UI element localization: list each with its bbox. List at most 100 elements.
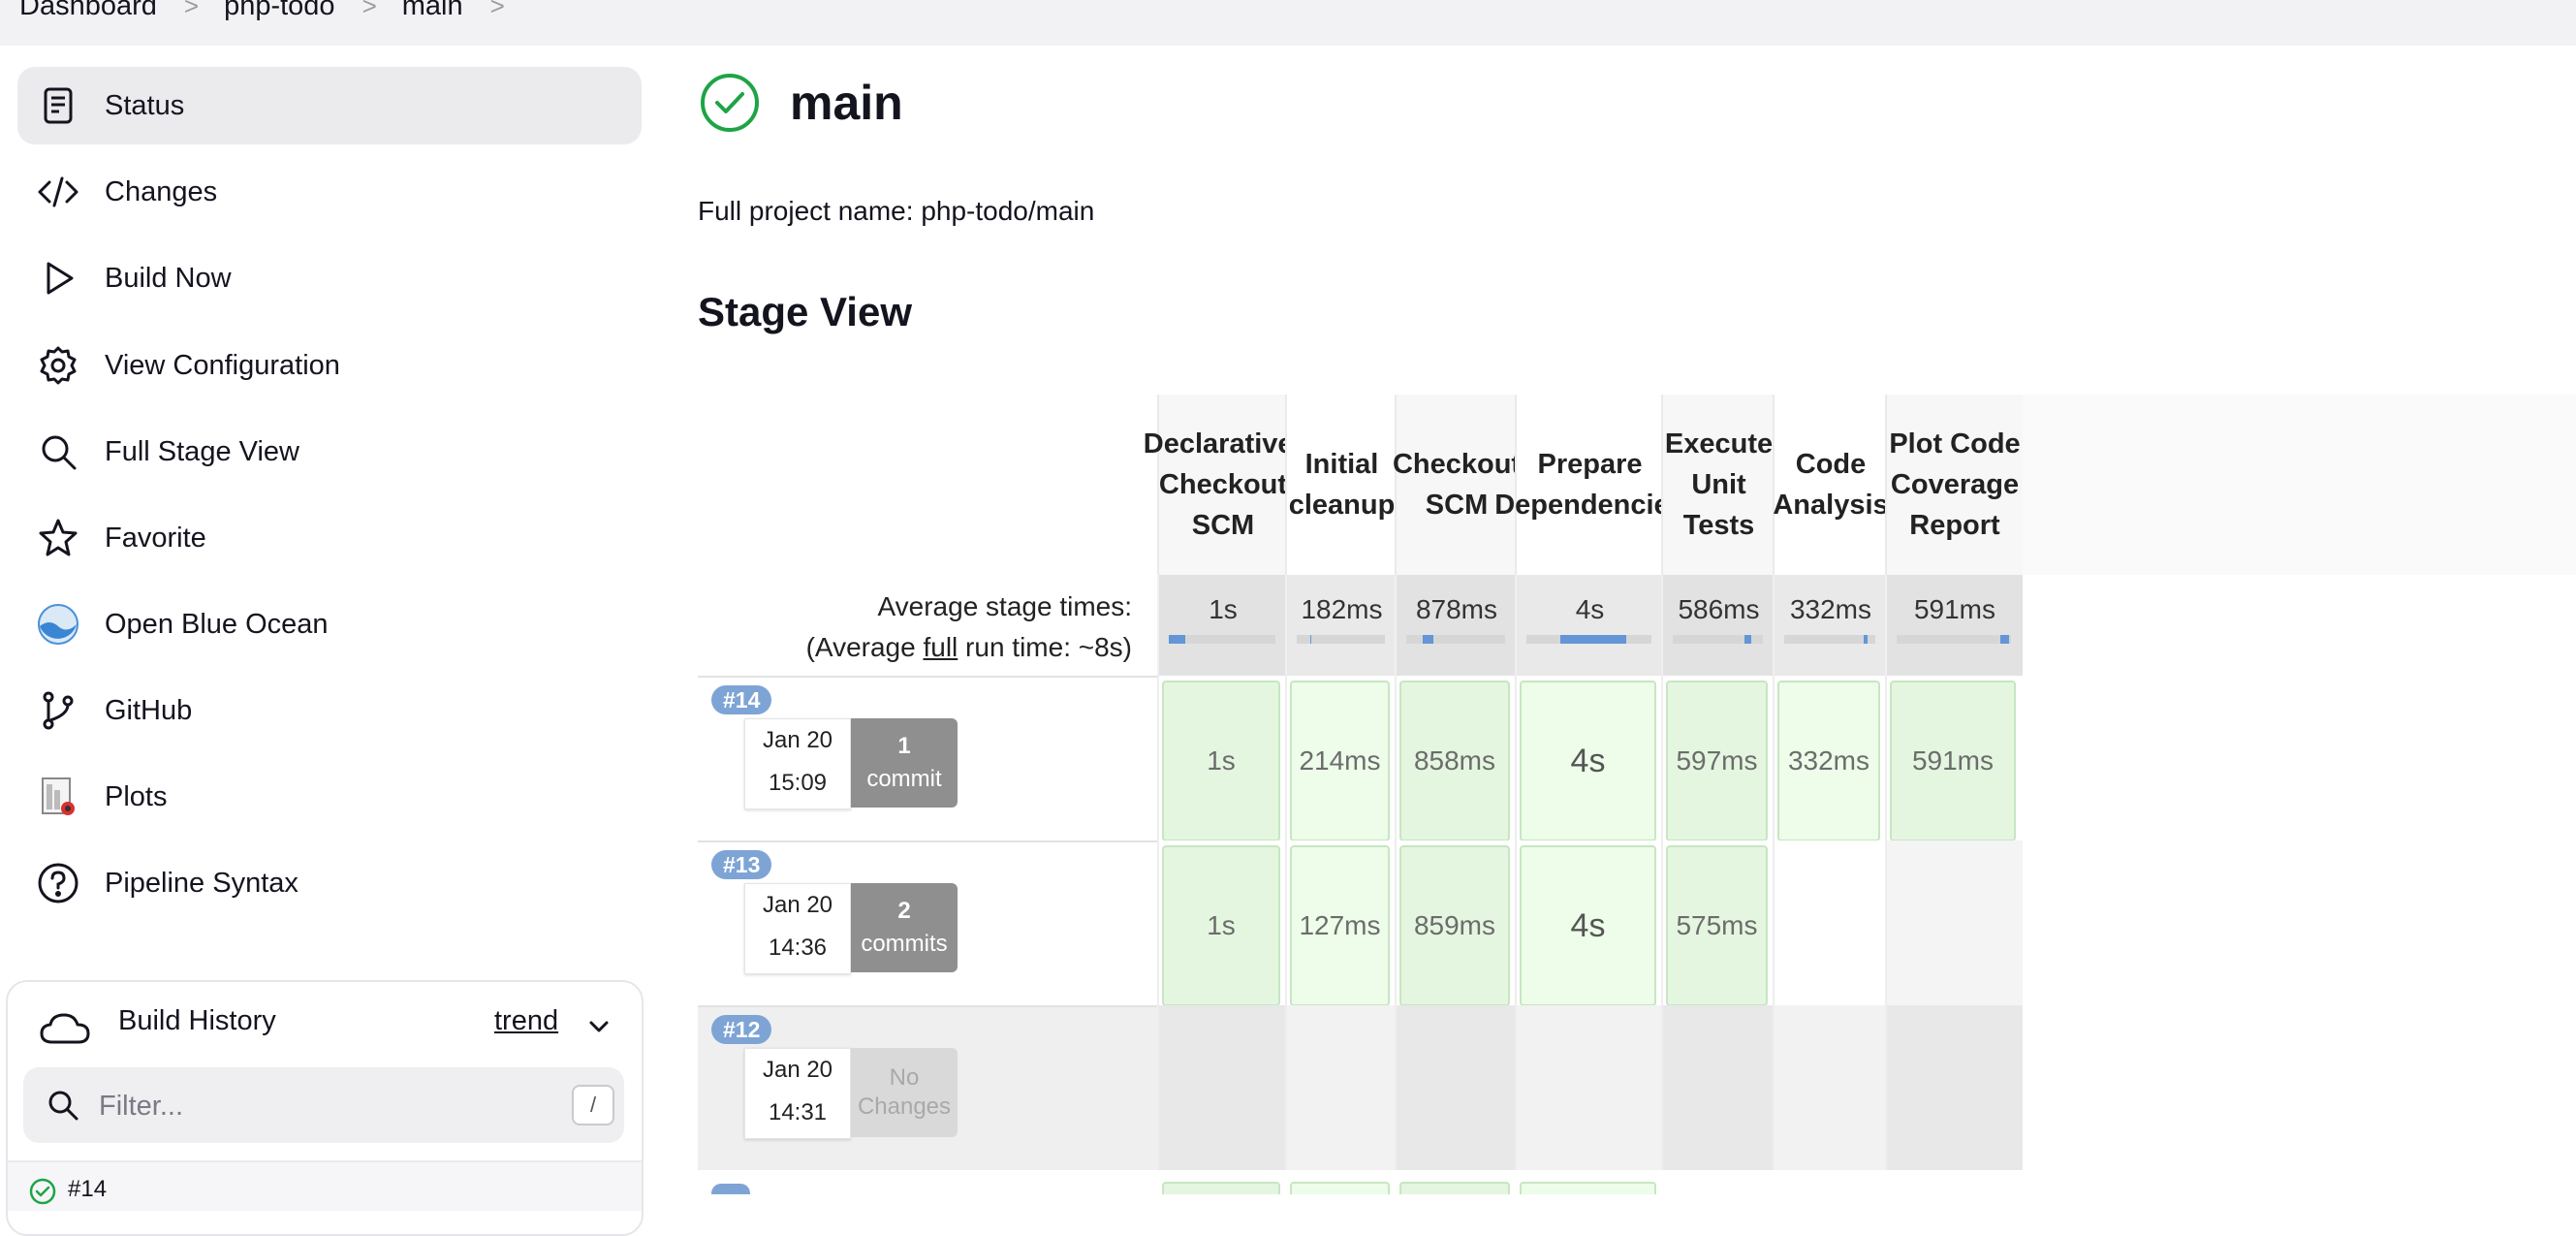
breadcrumb-php-todo[interactable]: php-todo: [224, 0, 335, 22]
sidebar-item-full-stage-view[interactable]: Full Stage View: [17, 413, 642, 491]
stage-average-execute-unit-tests: 586ms: [1661, 575, 1775, 676]
sidebar-item-favorite[interactable]: Favorite: [17, 499, 642, 577]
stage-cell-execute-unit-tests[interactable]: 575ms: [1666, 845, 1768, 1006]
stage-average-initial-cleanup: 182ms: [1285, 575, 1397, 676]
sidebar-item-pipeline-syntax[interactable]: Pipeline Syntax: [17, 844, 642, 922]
sidebar-item-build-now[interactable]: Build Now: [17, 239, 642, 317]
build-filter: /: [23, 1067, 624, 1143]
stage-time-bar-fill: [2000, 635, 2009, 644]
build-date-time: 15:09: [768, 770, 828, 796]
stage-cell-partial: [1399, 1182, 1510, 1194]
play-icon: [37, 257, 79, 300]
stage-cell-bg: [1285, 1005, 1397, 1170]
stage-cell-partial: [1520, 1182, 1656, 1194]
stage-time-bar-fill: [1559, 635, 1627, 644]
breadcrumb-main[interactable]: main: [402, 0, 463, 22]
sidebar-item-github[interactable]: GitHub: [17, 672, 642, 749]
stage-cell-checkout-scm[interactable]: 859ms: [1399, 845, 1510, 1006]
page-title: main: [790, 76, 903, 130]
stage-average-checkout-scm: 878ms: [1395, 575, 1517, 676]
breadcrumb-separator-icon: >: [183, 0, 200, 20]
build-date-time: 14:31: [768, 1099, 828, 1125]
cloud-icon: [39, 1009, 91, 1048]
build-date: Jan 20 14:31: [744, 1048, 851, 1139]
average-stage-times-label: Average stage times: (Average full run t…: [698, 586, 1132, 668]
stage-header-code-analysis: Code Analysis: [1773, 395, 1889, 575]
stage-average-prepare-dependencies: 4s: [1515, 575, 1663, 676]
success-status-icon: [700, 73, 760, 133]
build-changes[interactable]: 1 commit: [851, 718, 958, 808]
build-date-time: 14:36: [768, 935, 828, 961]
build-number-badge[interactable]: #14: [711, 685, 772, 714]
stage-header-declarative-checkout-scm: Declarative: Checkout SCM: [1144, 395, 1303, 575]
breadcrumb-bar: Dashboard > php-todo > main >: [0, 0, 2576, 46]
trend-link[interactable]: trend: [494, 1005, 558, 1037]
build-number-badge[interactable]: [711, 1184, 750, 1194]
avg-label-line1: Average stage times:: [877, 591, 1132, 621]
document-icon: [37, 84, 79, 127]
stage-cell-prepare-dependencies[interactable]: 4s: [1520, 681, 1656, 841]
stage-time-bar-fill: [1423, 635, 1433, 644]
sidebar-item-label: View Configuration: [105, 349, 340, 381]
stage-cell-bg: [1157, 1005, 1287, 1170]
breadcrumb-separator-icon: >: [489, 0, 505, 20]
stage-view-table: Average stage times: (Average full run t…: [698, 395, 2576, 1194]
build-filter-input[interactable]: [97, 1081, 547, 1131]
code-icon: [37, 171, 79, 213]
stage-header-execute-unit-tests: Execute Unit Tests: [1661, 395, 1775, 575]
build-date-day: Jan 20: [762, 1057, 833, 1083]
branch-icon: [37, 689, 79, 732]
avg-full-link[interactable]: full: [923, 632, 958, 662]
sidebar-item-plots[interactable]: Plots: [17, 758, 642, 836]
stage-cell-prepare-dependencies[interactable]: 4s: [1520, 845, 1656, 1006]
avg-label-suffix: run time: ~8s): [958, 632, 1132, 662]
help-icon: [37, 862, 79, 904]
full-project-name: Full project name: php-todo/main: [698, 196, 1095, 226]
breadcrumb-dashboard[interactable]: Dashboard: [19, 0, 157, 22]
changes-count: 1: [897, 733, 911, 759]
stage-time-bar: [1526, 635, 1651, 644]
sidebar-item-changes[interactable]: Changes: [17, 153, 642, 231]
build-number-badge[interactable]: #13: [711, 850, 772, 879]
star-icon: [37, 517, 79, 559]
stage-average-time: 586ms: [1678, 594, 1760, 624]
stage-cell-initial-cleanup[interactable]: 214ms: [1290, 681, 1390, 841]
stage-cell-plot-code-coverage-report[interactable]: 591ms: [1890, 681, 2016, 841]
stage-average-time: 182ms: [1301, 594, 1383, 624]
stage-cell-declarative-checkout-scm[interactable]: 1s: [1162, 845, 1280, 1006]
stage-cell-code-analysis[interactable]: 332ms: [1777, 681, 1880, 841]
stage-cell-initial-cleanup[interactable]: 127ms: [1290, 845, 1390, 1006]
stage-cell-declarative-checkout-scm[interactable]: 1s: [1162, 681, 1280, 841]
sidebar-item-open-blue-ocean[interactable]: Open Blue Ocean: [17, 586, 642, 663]
stage-cell-bg: [1885, 840, 2023, 1005]
stage-average-time: 4s: [1575, 594, 1605, 624]
stage-time-bar: [1673, 635, 1763, 644]
build-changes[interactable]: 2 commits: [851, 883, 958, 972]
sidebar-item-label: Open Blue Ocean: [105, 608, 329, 640]
stage-average-declarative-checkout-scm: 1s: [1157, 575, 1287, 676]
gear-icon: [37, 344, 79, 387]
keyboard-shortcut-hint: /: [572, 1085, 614, 1125]
stage-header-initial-cleanup: Initial cleanup: [1285, 395, 1397, 575]
build-history-row[interactable]: #14: [8, 1160, 642, 1211]
changes-label: commit: [866, 766, 942, 792]
sidebar-item-label: Build Now: [105, 262, 232, 294]
stage-time-bar: [1169, 635, 1275, 644]
sidebar-item-view-configuration[interactable]: View Configuration: [17, 327, 642, 404]
success-check-icon: [29, 1178, 56, 1205]
build-changes[interactable]: No Changes: [851, 1048, 958, 1137]
build-number-badge[interactable]: #12: [711, 1015, 772, 1044]
stage-time-bar-fill: [1863, 635, 1868, 644]
stage-cell-bg: [1773, 840, 1887, 1005]
stage-cell-checkout-scm[interactable]: 858ms: [1399, 681, 1510, 841]
build-date: Jan 20 14:36: [744, 883, 851, 974]
build-date-day: Jan 20: [762, 727, 833, 753]
stage-time-bar: [1784, 635, 1875, 644]
build-number: #14: [68, 1176, 108, 1202]
sidebar-item-status[interactable]: Status: [17, 67, 642, 144]
chevron-down-icon[interactable]: [585, 1015, 613, 1038]
stage-average-code-analysis: 332ms: [1773, 575, 1887, 676]
stage-average-plot-code-coverage-report: 591ms: [1885, 575, 2023, 676]
build-date-day: Jan 20: [762, 892, 833, 918]
stage-cell-execute-unit-tests[interactable]: 597ms: [1666, 681, 1768, 841]
